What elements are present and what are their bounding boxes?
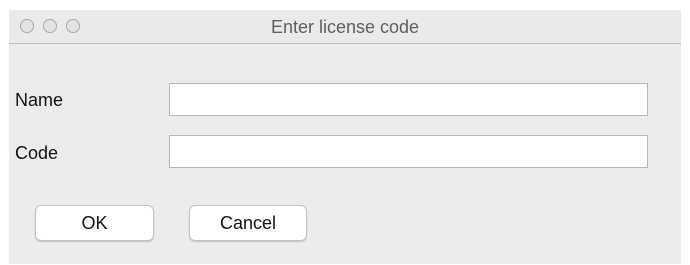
cancel-button[interactable]: Cancel [189,205,307,241]
title-bar[interactable]: Enter license code [9,10,681,44]
license-dialog: Enter license code Name Code OK Cancel [9,10,681,264]
name-input[interactable] [169,83,648,116]
name-label: Name [15,90,64,110]
window-title: Enter license code [270,17,420,37]
code-label: Code [15,143,59,163]
ok-button[interactable]: OK [35,205,154,241]
code-input[interactable] [169,135,648,168]
